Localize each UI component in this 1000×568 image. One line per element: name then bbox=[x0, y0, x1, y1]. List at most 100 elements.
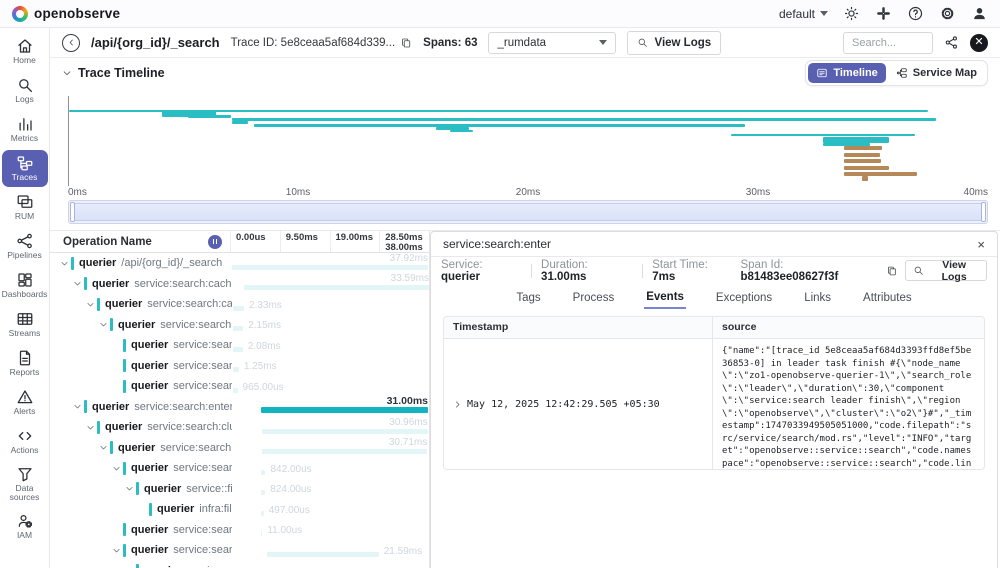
back-button[interactable] bbox=[62, 34, 80, 52]
expand-chevron-icon[interactable] bbox=[112, 464, 121, 473]
help-icon[interactable] bbox=[907, 5, 924, 22]
timeline-collapse[interactable]: Trace Timeline bbox=[62, 66, 165, 80]
timeline-span[interactable] bbox=[450, 130, 473, 132]
span-row[interactable]: querierservice:search:cache...2.33ms bbox=[50, 294, 429, 315]
timeline-span[interactable] bbox=[844, 159, 882, 163]
span-view-logs-button[interactable]: View Logs bbox=[905, 260, 987, 281]
expand-chevron-icon[interactable] bbox=[112, 546, 121, 555]
timeline-span[interactable] bbox=[862, 176, 868, 181]
brightness-icon[interactable] bbox=[843, 5, 860, 22]
span-row[interactable]: querierservice:search:cacher:s...33.59ms bbox=[50, 274, 429, 295]
span-duration-bar[interactable] bbox=[262, 449, 427, 454]
span-duration-bar[interactable] bbox=[244, 285, 429, 290]
settings-icon[interactable] bbox=[939, 5, 956, 22]
span-row[interactable]: querierservice:searc...11.00us bbox=[50, 520, 429, 541]
span-duration-bar[interactable] bbox=[262, 429, 428, 434]
search-input[interactable] bbox=[843, 32, 933, 54]
span-row[interactable]: querierservice:search:enter31.00ms bbox=[50, 397, 429, 418]
tab-tags[interactable]: Tags bbox=[514, 287, 542, 308]
span-row[interactable]: querierservice:search:c...2.08ms bbox=[50, 335, 429, 356]
tab-attributes[interactable]: Attributes bbox=[861, 287, 914, 308]
timeline-span[interactable] bbox=[844, 153, 880, 157]
tab-exceptions[interactable]: Exceptions bbox=[714, 287, 774, 308]
sidebar-item-streams[interactable]: Streams bbox=[2, 306, 48, 343]
tab-timeline[interactable]: Timeline bbox=[808, 63, 885, 83]
span-duration-bar[interactable] bbox=[232, 265, 428, 270]
tab-process[interactable]: Process bbox=[571, 287, 617, 308]
span-duration-bar[interactable] bbox=[267, 552, 379, 557]
minimap-handle-left[interactable] bbox=[70, 202, 75, 222]
timeline-span[interactable] bbox=[731, 134, 916, 137]
expand-chevron-icon[interactable] bbox=[73, 402, 82, 411]
span-row[interactable]: querier/api/{org_id}/_search37.92ms bbox=[50, 253, 429, 274]
span-row[interactable]: querierservice:searc... bbox=[50, 561, 429, 568]
span-duration-bar[interactable] bbox=[233, 306, 244, 311]
pause-button[interactable] bbox=[208, 235, 222, 249]
sidebar-item-reports[interactable]: Reports bbox=[2, 345, 48, 382]
sidebar-item-alerts[interactable]: Alerts bbox=[2, 384, 48, 421]
sidebar-item-logs[interactable]: Logs bbox=[2, 72, 48, 109]
org-selector[interactable]: default bbox=[779, 7, 828, 21]
sidebar-item-label: Reports bbox=[10, 368, 40, 377]
expand-chevron-icon[interactable] bbox=[86, 423, 95, 432]
sidebar-item-home[interactable]: Home bbox=[2, 33, 48, 70]
span-duration-bar[interactable] bbox=[261, 407, 428, 413]
timeline-span[interactable] bbox=[254, 124, 746, 127]
timeline-span[interactable] bbox=[188, 115, 231, 118]
close-icon[interactable]: × bbox=[977, 238, 985, 251]
minimap-handle-right[interactable] bbox=[981, 202, 986, 222]
span-row[interactable]: querierservice:search:c...1.25ms bbox=[50, 356, 429, 377]
sidebar-item-traces[interactable]: Traces bbox=[2, 150, 48, 187]
copy-icon[interactable] bbox=[400, 37, 412, 49]
expand-chevron-icon[interactable] bbox=[73, 279, 82, 288]
timeline-span[interactable] bbox=[232, 118, 936, 121]
sidebar-item-data-sources[interactable]: Data sources bbox=[2, 462, 48, 506]
timeline-span[interactable] bbox=[823, 137, 889, 143]
span-duration-bar[interactable] bbox=[261, 511, 264, 516]
expand-chevron-icon[interactable] bbox=[86, 300, 95, 309]
span-row[interactable]: querierservice:searc...842.00us bbox=[50, 458, 429, 479]
copy-icon[interactable] bbox=[886, 265, 898, 277]
span-duration-bar[interactable] bbox=[233, 347, 243, 352]
stream-select[interactable]: _rumdata bbox=[488, 32, 616, 54]
timeline-span[interactable] bbox=[844, 146, 883, 150]
span-duration-bar[interactable] bbox=[261, 490, 265, 495]
tab-links[interactable]: Links bbox=[802, 287, 833, 308]
span-row[interactable]: querierservice:search:c...965.00us bbox=[50, 376, 429, 397]
span-duration-bar[interactable] bbox=[261, 470, 265, 475]
span-duration-bar[interactable] bbox=[261, 531, 262, 536]
expand-chevron-icon[interactable] bbox=[60, 259, 69, 268]
span-row[interactable]: querierservice:search:clu...2.15ms bbox=[50, 315, 429, 336]
expand-chevron-icon[interactable] bbox=[99, 320, 108, 329]
span-row[interactable]: querierservice:search:fl...30.71ms bbox=[50, 438, 429, 459]
profile-icon[interactable] bbox=[971, 5, 988, 22]
timeline-span[interactable] bbox=[844, 166, 889, 170]
span-duration-bar[interactable] bbox=[233, 388, 238, 393]
view-logs-button[interactable]: View Logs bbox=[627, 31, 721, 55]
expand-chevron-icon[interactable] bbox=[99, 443, 108, 452]
sidebar-item-rum[interactable]: RUM bbox=[2, 189, 48, 226]
share-icon[interactable] bbox=[944, 35, 959, 50]
span-row[interactable]: querierservice:searc...21.59ms bbox=[50, 540, 429, 561]
span-row[interactable]: querierservice:search:clu...30.96ms bbox=[50, 417, 429, 438]
span-row[interactable]: querierservice::file...824.00us bbox=[50, 479, 429, 500]
timeline-minimap[interactable] bbox=[68, 200, 988, 224]
event-row[interactable]: May 12, 2025 12:42:29.505 +05:30 {"name"… bbox=[444, 339, 984, 469]
sidebar-item-actions[interactable]: Actions bbox=[2, 423, 48, 460]
expand-chevron-icon[interactable] bbox=[125, 484, 134, 493]
span-duration-bar[interactable] bbox=[233, 367, 239, 372]
sidebar-item-dashboards[interactable]: Dashboards bbox=[2, 267, 48, 304]
timeline-span[interactable] bbox=[844, 172, 918, 176]
span-duration-bar[interactable] bbox=[233, 326, 243, 331]
tab-service-map[interactable]: Service Map bbox=[888, 63, 985, 83]
tab-events[interactable]: Events bbox=[644, 286, 686, 309]
close-trace-button[interactable]: ✕ bbox=[970, 34, 988, 52]
sidebar-item-pipelines[interactable]: Pipelines bbox=[2, 228, 48, 265]
timeline-span[interactable] bbox=[232, 121, 249, 124]
chevron-right-icon[interactable] bbox=[453, 400, 462, 409]
sidebar-item-metrics[interactable]: Metrics bbox=[2, 111, 48, 148]
slack-icon[interactable] bbox=[875, 5, 892, 22]
span-row[interactable]: querierinfra:file...497.00us bbox=[50, 499, 429, 520]
sidebar-item-iam[interactable]: IAM bbox=[2, 508, 48, 545]
minimap-selection[interactable] bbox=[74, 203, 982, 221]
